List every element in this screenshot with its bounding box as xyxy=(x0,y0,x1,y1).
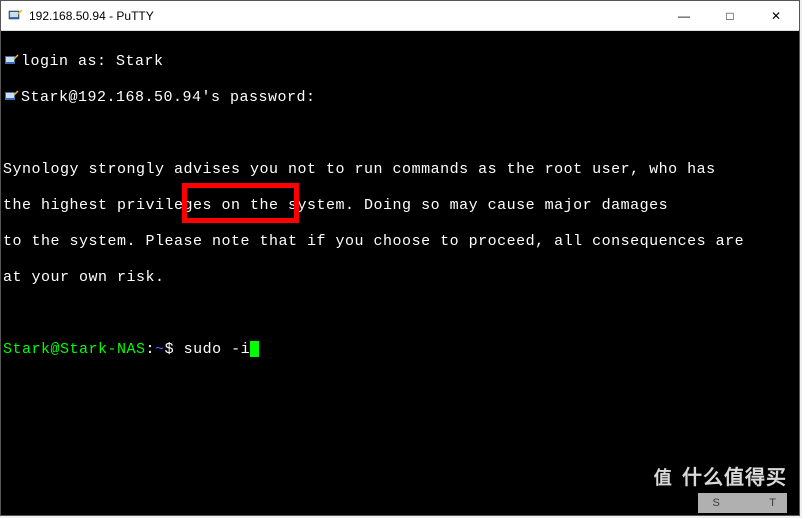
putty-line-icon xyxy=(3,89,19,105)
close-button[interactable]: ✕ xyxy=(753,1,799,31)
prompt-dollar: $ xyxy=(165,341,175,358)
putty-window: 192.168.50.94 - PuTTY — □ ✕ login as: St… xyxy=(0,0,800,516)
maximize-button[interactable]: □ xyxy=(707,1,753,31)
login-prompt: login as: Stark xyxy=(21,53,164,70)
window-controls: — □ ✕ xyxy=(661,1,799,30)
titlebar-left: 192.168.50.94 - PuTTY xyxy=(7,8,154,24)
prompt-user-host: Stark@Stark-NAS xyxy=(3,341,146,358)
titlebar[interactable]: 192.168.50.94 - PuTTY — □ ✕ xyxy=(1,1,799,31)
watermark-sub: S T xyxy=(698,493,787,513)
motd-line-3: to the system. Please note that if you c… xyxy=(3,233,797,251)
putty-icon xyxy=(7,8,23,24)
terminal-area[interactable]: login as: Stark Stark@192.168.50.94's pa… xyxy=(1,31,799,515)
watermark-logo: 值 什么值得买 xyxy=(648,465,787,495)
typed-command: sudo -i xyxy=(184,341,251,358)
motd-line-2: the highest privileges on the system. Do… xyxy=(3,197,797,215)
window-title: 192.168.50.94 - PuTTY xyxy=(29,9,154,23)
motd-line-1: Synology strongly advises you not to run… xyxy=(3,161,797,179)
minimize-button[interactable]: — xyxy=(661,1,707,31)
terminal-cursor xyxy=(250,341,259,357)
watermark-circle: 值 xyxy=(648,465,678,495)
motd-line-4: at your own risk. xyxy=(3,269,797,287)
password-prompt: Stark@192.168.50.94's password: xyxy=(21,89,316,106)
shell-prompt-line: Stark@Stark-NAS:~$ sudo -i xyxy=(3,341,797,359)
putty-line-icon xyxy=(3,53,19,69)
watermark-text: 什么值得买 xyxy=(682,471,787,489)
prompt-colon: : xyxy=(146,341,156,358)
prompt-path: ~ xyxy=(155,341,165,358)
